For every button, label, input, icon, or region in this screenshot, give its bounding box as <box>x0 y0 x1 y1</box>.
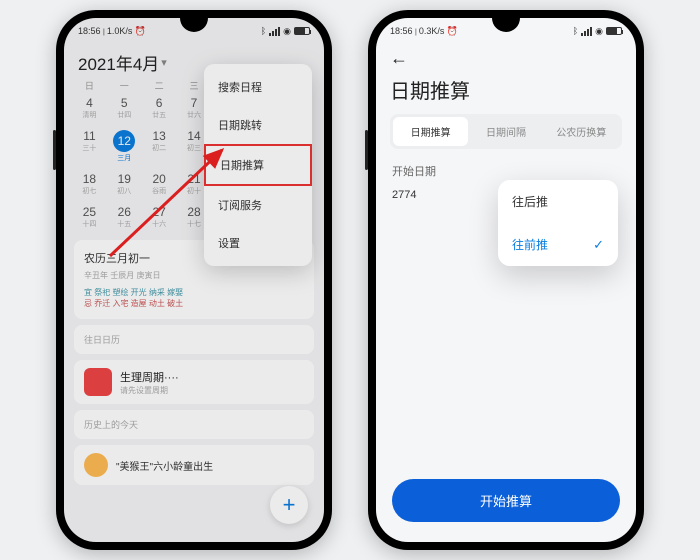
day-sub: 三十 <box>72 143 107 153</box>
period-title: 生理周期···· <box>120 369 179 385</box>
calendar-day[interactable]: 19初八 <box>107 170 142 199</box>
phone-right: 18:56 | 0.3K/s ⏰ ᛒ ◉ ← 日期推算 日期推算 日期间隔 公农… <box>368 10 644 550</box>
period-card[interactable]: 生理周期···· 请先设置周期 <box>74 360 314 404</box>
plus-icon: + <box>283 492 296 518</box>
lunar-bad: 忌 乔迁 入宅 造屋 动土 破土 <box>84 298 183 309</box>
day-sub: 廿五 <box>142 110 177 120</box>
day-number: 5 <box>121 96 128 110</box>
day-number: 28 <box>187 205 200 219</box>
day-sub: 初七 <box>72 186 107 196</box>
calendar-day[interactable]: 27十六 <box>142 203 177 232</box>
alarm-icon: ⏰ <box>447 26 458 36</box>
chevron-down-icon: ▾ <box>161 56 167 69</box>
bluetooth-icon: ᛒ <box>261 26 266 36</box>
screen-date-calc: 18:56 | 0.3K/s ⏰ ᛒ ◉ ← 日期推算 日期推算 日期间隔 公农… <box>376 18 636 542</box>
section-history-today[interactable]: 历史上的今天 <box>74 410 314 439</box>
menu-settings[interactable]: 设置 <box>204 224 312 262</box>
menu-subscribe[interactable]: 订阅服务 <box>204 186 312 224</box>
day-number: 21 <box>187 172 200 186</box>
day-sub: 初二 <box>142 143 177 153</box>
event-title: "美猴王"六小龄童出生 <box>116 458 213 473</box>
day-sub: 谷雨 <box>142 186 177 196</box>
status-time: 18:56 <box>390 26 413 36</box>
day-number: 18 <box>83 172 96 186</box>
calendar-day[interactable]: 18初七 <box>72 170 107 199</box>
menu-date-calc[interactable]: 日期推算 <box>204 144 312 186</box>
weekday: 日 <box>72 79 107 92</box>
calendar-day[interactable]: 11三十 <box>72 127 107 166</box>
option-label: 往前推 <box>512 236 548 253</box>
lunar-good: 宜 祭祀 塑绘 开光 纳采 嫁娶 <box>84 287 183 298</box>
page-title: 日期推算 <box>376 69 636 114</box>
month-label: 2021年4月 <box>78 50 159 75</box>
day-number: 25 <box>83 205 96 219</box>
alarm-icon: ⏰ <box>135 26 146 36</box>
day-number: 12 <box>113 130 135 152</box>
day-number: 6 <box>156 96 163 110</box>
field-label: 开始日期 <box>392 163 436 179</box>
day-number: 27 <box>152 205 165 219</box>
section-past-days[interactable]: 往日日历 <box>74 325 314 354</box>
overflow-menu: 搜索日程 日期跳转 日期推算 订阅服务 设置 <box>204 64 312 266</box>
heart-icon <box>84 368 112 396</box>
wifi-icon: ◉ <box>595 26 603 37</box>
lunar-subtitle: 辛丑年 壬辰月 庚寅日 <box>84 270 304 281</box>
weekday: 一 <box>107 79 142 92</box>
calendar-day[interactable]: 13初二 <box>142 127 177 166</box>
day-sub: 十四 <box>72 219 107 229</box>
day-number: 20 <box>152 172 165 186</box>
calendar-day[interactable]: 26十五 <box>107 203 142 232</box>
day-number: 4 <box>86 96 93 110</box>
day-number: 14 <box>187 129 200 143</box>
period-sub: 请先设置周期 <box>120 385 179 396</box>
option-label: 往后推 <box>512 193 548 210</box>
menu-search[interactable]: 搜索日程 <box>204 68 312 106</box>
calendar-day[interactable]: 20谷雨 <box>142 170 177 199</box>
history-event-card[interactable]: "美猴王"六小龄童出生 <box>74 445 314 485</box>
tab-lunar-convert[interactable]: 公农历换算 <box>544 117 619 146</box>
day-number: 7 <box>191 96 198 110</box>
calendar-day[interactable]: 25十四 <box>72 203 107 232</box>
weekday: 二 <box>142 79 177 92</box>
status-speed: 1.0K/s <box>107 26 133 36</box>
event-icon <box>84 453 108 477</box>
day-sub: 十六 <box>142 219 177 229</box>
day-sub: 十五 <box>107 219 142 229</box>
direction-popup: 往后推 往前推 ✓ <box>498 180 618 266</box>
start-calc-button[interactable]: 开始推算 <box>392 479 620 522</box>
battery-icon <box>606 27 622 35</box>
bluetooth-icon: ᛒ <box>573 26 578 36</box>
battery-icon <box>294 27 310 35</box>
tab-date-diff[interactable]: 日期间隔 <box>468 117 543 146</box>
calendar-day[interactable]: 4清明 <box>72 94 107 123</box>
day-number: 11 <box>83 129 95 143</box>
option-backward[interactable]: 往前推 ✓ <box>498 223 618 266</box>
calendar-day[interactable]: 12三月 <box>107 127 142 166</box>
menu-jump[interactable]: 日期跳转 <box>204 106 312 144</box>
arrow-left-icon: ← <box>390 48 408 68</box>
calendar-day[interactable]: 5廿四 <box>107 94 142 123</box>
add-event-fab[interactable]: + <box>270 486 308 524</box>
day-number: 19 <box>118 172 131 186</box>
wifi-icon: ◉ <box>283 26 291 37</box>
calendar-day[interactable]: 6廿五 <box>142 94 177 123</box>
day-number: 13 <box>152 129 165 143</box>
tab-date-calc[interactable]: 日期推算 <box>393 117 468 146</box>
screen-calendar: 18:56 | 1.0K/s ⏰ ᛒ ◉ 2021年4月 ▾ 日 一 二 三 四… <box>64 18 324 542</box>
day-sub: 三月 <box>107 153 142 163</box>
field-value: 2774 <box>392 189 416 201</box>
day-sub: 初八 <box>107 186 142 196</box>
signal-icon <box>269 27 280 36</box>
day-number: 26 <box>118 205 131 219</box>
option-forward[interactable]: 往后推 <box>498 180 618 223</box>
day-sub: 廿四 <box>107 110 142 120</box>
status-time: 18:56 <box>78 26 101 36</box>
phone-left: 18:56 | 1.0K/s ⏰ ᛒ ◉ 2021年4月 ▾ 日 一 二 三 四… <box>56 10 332 550</box>
signal-icon <box>581 27 592 36</box>
check-icon: ✓ <box>593 237 604 253</box>
tabs: 日期推算 日期间隔 公农历换算 <box>390 114 622 149</box>
day-sub: 清明 <box>72 110 107 120</box>
back-button[interactable]: ← <box>376 44 636 69</box>
status-speed: 0.3K/s <box>419 26 445 36</box>
